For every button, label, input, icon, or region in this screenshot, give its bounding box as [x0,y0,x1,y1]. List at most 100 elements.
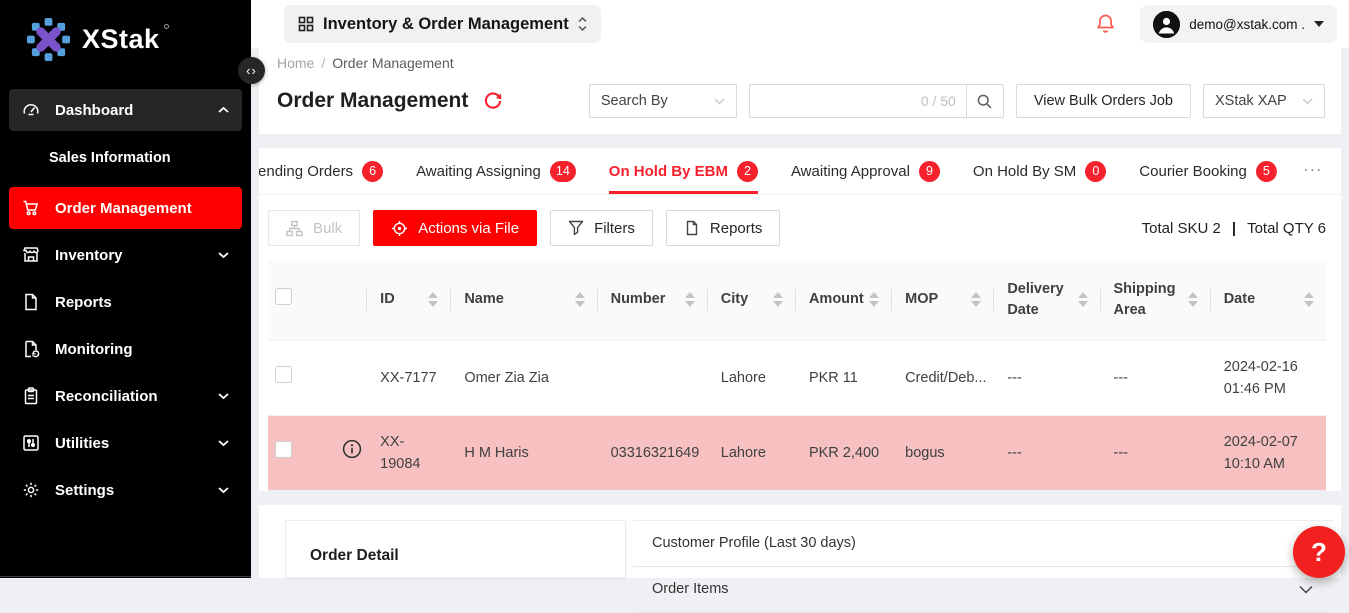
sidebar-collapse-toggle[interactable]: ‹› [238,57,265,84]
app-switcher-label: Inventory & Order Management [323,15,569,34]
sidebar-item-monitoring[interactable]: Monitoring [9,328,242,370]
chevron-down-icon [218,439,229,447]
cell-name: Omer Zia Zia [450,340,596,415]
help-fab-button[interactable]: ? [1293,526,1345,578]
file-sync-icon [22,340,40,358]
sort-icon[interactable] [1188,292,1198,307]
user-email: demo@xstak.com . [1189,17,1305,32]
grid-icon [298,16,314,32]
section-gap [259,134,1341,148]
info-circle-icon[interactable] [342,439,362,459]
column-id[interactable]: ID [366,260,450,340]
sidebar-item-sales-information[interactable]: Sales Information [9,142,242,174]
tab-courier-booking[interactable]: Courier Booking 5 [1139,148,1277,194]
sidebar-item-label: Monitoring [55,341,132,358]
view-bulk-orders-button[interactable]: View Bulk Orders Job [1016,84,1191,118]
search-by-value: Search By [601,93,668,109]
tab-on-hold-by-ebm[interactable]: On Hold By EBM 2 [609,148,758,194]
xap-select[interactable]: XStak XAP [1203,84,1325,118]
row-checkbox[interactable] [275,441,292,458]
topbar: Inventory & Order Management [251,0,1349,48]
column-city[interactable]: City [707,260,795,340]
sidebar-item-reports[interactable]: Reports [9,281,242,323]
notification-bell-icon[interactable] [1095,13,1116,35]
search-input[interactable] [760,92,915,110]
tab-awaiting-approval[interactable]: Awaiting Approval 9 [791,148,940,194]
column-mop[interactable]: MOP [891,260,993,340]
cell-name: H M Haris [450,415,596,490]
shop-icon [22,246,40,264]
table-header-row: ID Name Number City Amount MOP Delivery … [268,260,1326,340]
sidebar-item-settings[interactable]: Settings [9,469,242,511]
tab-label: On Hold By EBM [609,163,728,180]
breadcrumb-home[interactable]: Home [277,55,314,71]
actions-via-file-label: Actions via File [418,220,519,237]
title-row: Order Management Search By [277,82,1325,120]
up-down-caret-icon [578,17,587,31]
accordion-order-items[interactable]: Order Items [633,567,1333,613]
column-delivery-date[interactable]: Delivery Date [993,260,1099,340]
sort-icon[interactable] [1304,292,1314,307]
filters-button[interactable]: Filters [550,210,653,246]
cell-info [328,415,366,490]
tab-on-hold-by-sm[interactable]: On Hold By SM 0 [973,148,1106,194]
sidebar-item-label: Sales Information [49,150,171,166]
sidebar-item-order-management[interactable]: Order Management [9,187,242,229]
topbar-right: demo@xstak.com . [1095,5,1337,43]
sort-icon[interactable] [971,292,981,307]
sidebar-item-reconciliation[interactable]: Reconciliation [9,375,242,417]
sort-icon[interactable] [428,292,438,307]
user-menu[interactable]: demo@xstak.com . [1140,5,1337,43]
accordion-label: Order Items [652,581,729,597]
brand-logo[interactable]: XStak [0,0,251,62]
accordion-customer-profile[interactable]: Customer Profile (Last 30 days) [633,521,1333,567]
sidebar-item-dashboard[interactable]: Dashboard [9,89,242,131]
sidebar-item-label: Reconciliation [55,388,158,405]
page-header: Home / Order Management Order Management [259,48,1341,134]
bulk-button[interactable]: Bulk [268,210,360,246]
sort-icon[interactable] [773,292,783,307]
order-detail-title: Order Detail [310,547,625,565]
actions-via-file-button[interactable]: Actions via File [373,210,537,246]
tabs-more-button[interactable]: ... [1274,148,1341,194]
sidebar-item-utilities[interactable]: Utilities [9,422,242,464]
select-all-checkbox[interactable] [275,288,292,305]
gauge-icon [22,101,40,119]
order-detail-section: Order Detail Customer Profile (Last 30 d… [259,505,1341,579]
status-tabs: Pending Orders 6 Awaiting Assigning 14 O… [259,148,1341,195]
tab-pending-orders[interactable]: Pending Orders 6 [259,148,383,194]
search-button[interactable] [967,84,1004,118]
detail-accordion: Customer Profile (Last 30 days) Order It… [633,520,1333,579]
column-number[interactable]: Number [597,260,707,340]
cell-id: XX-19084 [366,415,450,490]
chevron-down-icon [218,486,229,494]
orders-table: ID Name Number City Amount MOP Delivery … [268,260,1326,491]
column-shipping-area[interactable]: Shipping Area [1100,260,1210,340]
sort-icon[interactable] [869,292,879,307]
column-date[interactable]: Date [1210,260,1326,340]
column-name[interactable]: Name [450,260,596,340]
column-amount[interactable]: Amount [795,260,891,340]
table-row[interactable]: XX-19084 H M Haris 03316321649 Lahore PK… [268,415,1326,490]
app-switcher[interactable]: Inventory & Order Management [284,5,601,43]
sort-icon[interactable] [575,292,585,307]
refresh-icon[interactable] [483,91,503,111]
row-checkbox[interactable] [275,366,292,383]
cell-amount: PKR 2,400 [795,415,891,490]
sidebar-item-inventory[interactable]: Inventory [9,234,242,276]
cell-amount: PKR 11 [795,340,891,415]
tab-badge: 0 [1085,161,1106,182]
sort-icon[interactable] [1078,292,1088,307]
clipboard-icon [22,387,40,405]
sort-icon[interactable] [685,292,695,307]
tab-awaiting-assigning[interactable]: Awaiting Assigning 14 [416,148,576,194]
sidebar-item-label: Dashboard [55,102,133,119]
search-by-select[interactable]: Search By [589,84,737,118]
reports-button[interactable]: Reports [666,210,781,246]
char-counter: 0 / 50 [921,93,956,109]
table-row[interactable]: XX-7177 Omer Zia Zia Lahore PKR 11 Credi… [268,340,1326,415]
crosshair-icon [391,220,408,237]
orders-panel: Pending Orders 6 Awaiting Assigning 14 O… [259,148,1341,491]
xap-value: XStak XAP [1215,93,1287,109]
cell-mop: Credit/Deb... [891,340,993,415]
